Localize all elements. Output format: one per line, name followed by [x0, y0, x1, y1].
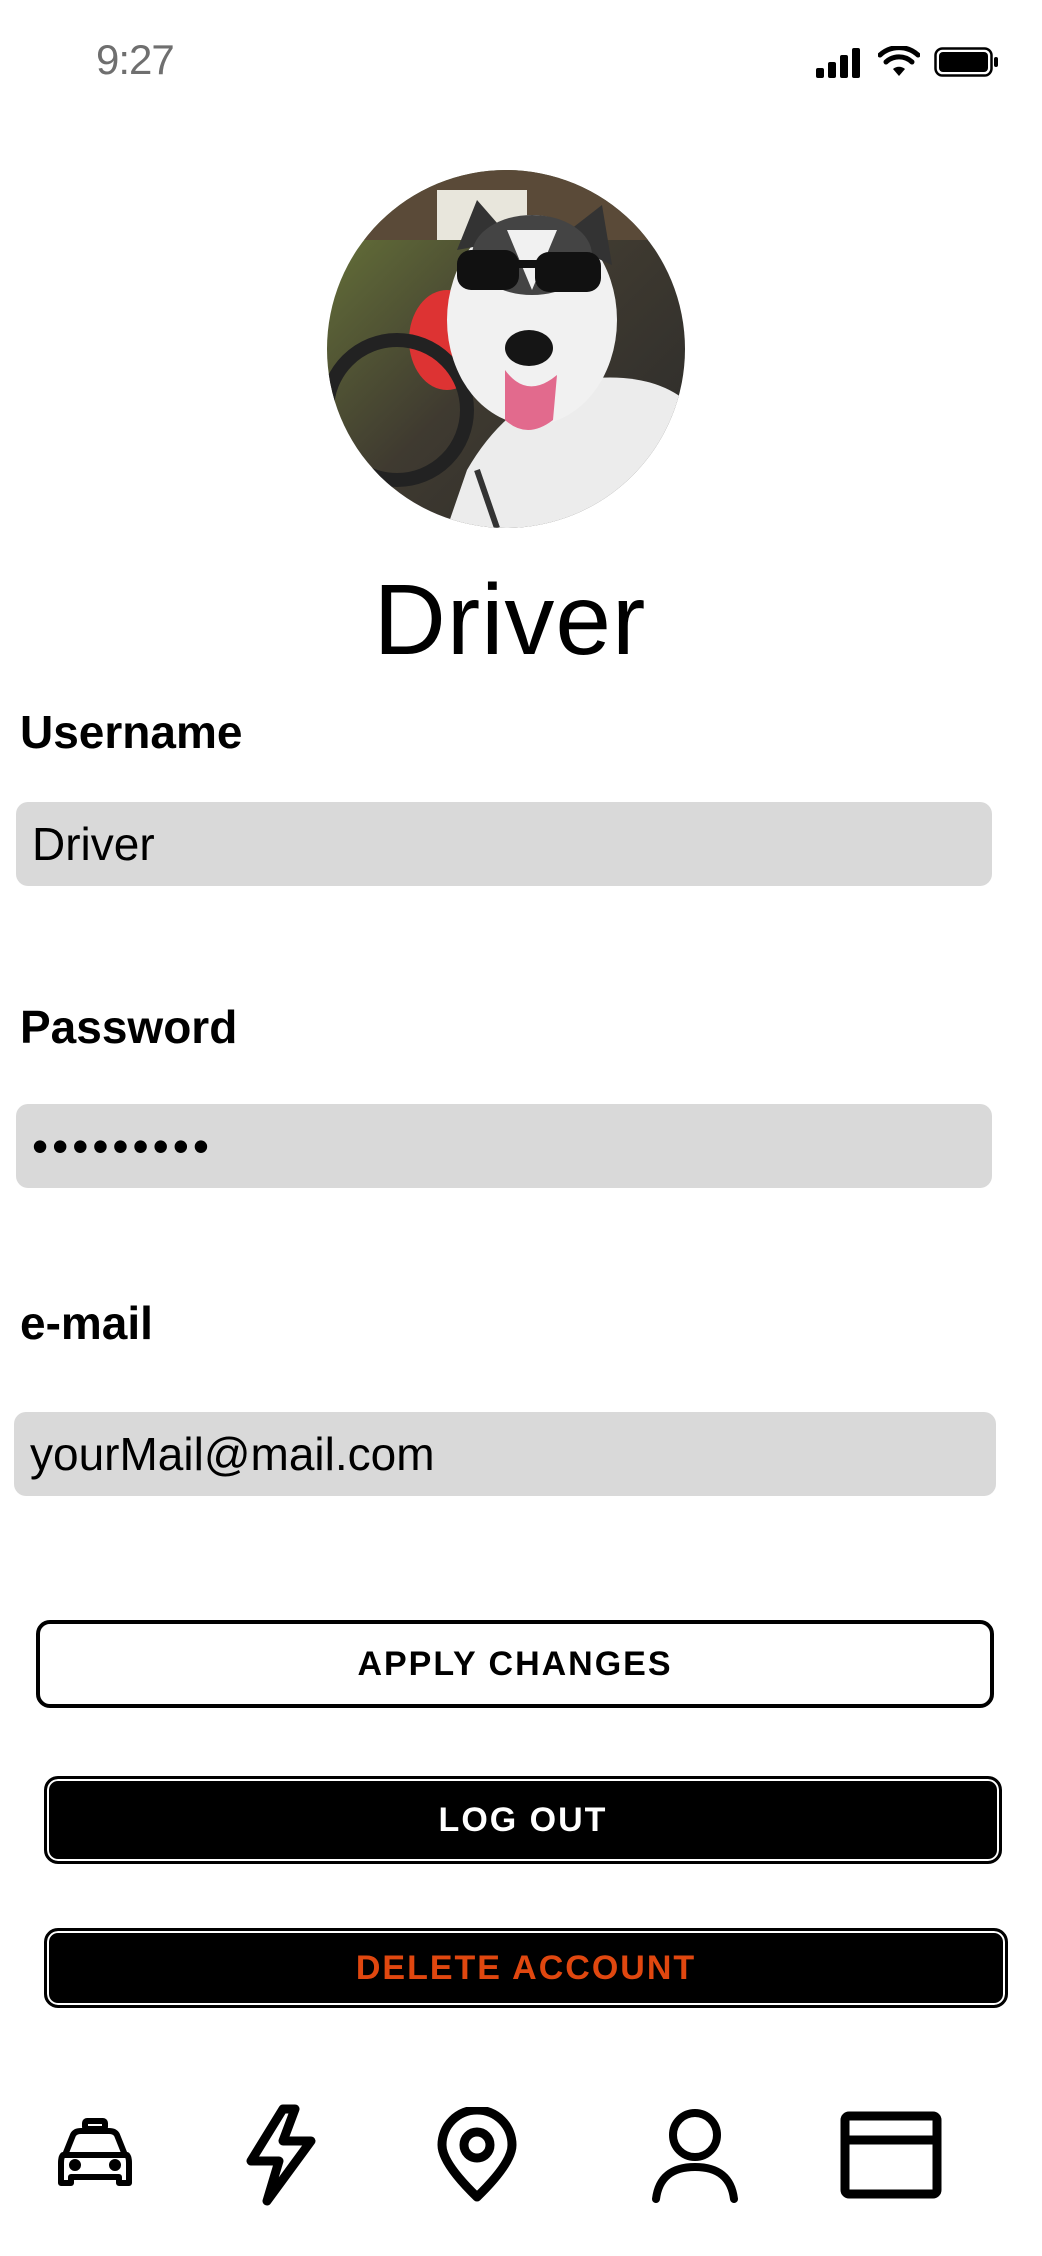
email-label: e-mail — [20, 1297, 153, 1349]
log-out-button[interactable]: LOG OUT — [44, 1776, 1002, 1864]
password-label: Password — [20, 1001, 238, 1053]
lightning-icon — [246, 2104, 316, 2206]
signal-icon — [816, 48, 860, 78]
nav-item-card[interactable] — [836, 2100, 946, 2210]
nav-item-lightning[interactable] — [226, 2100, 336, 2210]
user-icon — [652, 2109, 738, 2203]
username-input[interactable] — [16, 802, 992, 886]
status-icons — [816, 44, 1000, 80]
page-title: Driver — [373, 564, 647, 676]
apply-changes-button[interactable]: APPLY CHANGES — [36, 1620, 994, 1708]
nav-item-profile[interactable] — [640, 2100, 750, 2210]
car-icon — [58, 2118, 132, 2186]
location-pin-icon — [437, 2107, 517, 2202]
nav-item-car[interactable] — [40, 2100, 150, 2210]
password-input[interactable] — [16, 1104, 992, 1188]
card-icon — [840, 2111, 942, 2199]
nav-item-location[interactable] — [422, 2100, 532, 2210]
email-input[interactable] — [14, 1412, 996, 1496]
wifi-icon — [878, 46, 920, 76]
avatar-photo — [327, 170, 685, 528]
avatar[interactable] — [327, 170, 685, 528]
delete-account-button[interactable]: DELETE ACCOUNT — [44, 1928, 1008, 2008]
battery-icon — [934, 47, 998, 77]
username-label: Username — [20, 706, 243, 758]
status-time: 9:27 — [96, 36, 175, 83]
